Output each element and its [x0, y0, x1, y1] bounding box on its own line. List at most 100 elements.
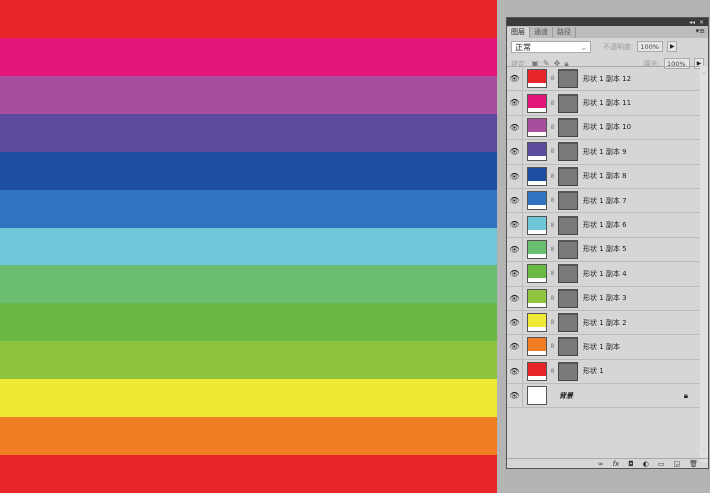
- link-chain-icon[interactable]: 8: [549, 270, 556, 277]
- layers-panel: ◂◂ ✕ 图层 通道 路径 ▾≡ 正常 ⌄ 不透明度: 100% ▶ 锁定: ▣ ✎…: [506, 17, 709, 469]
- layer-row[interactable]: 👁︎ 8 形状 1 副本 6: [507, 213, 700, 238]
- link-chain-icon[interactable]: 8: [549, 197, 556, 204]
- layer-row[interactable]: 👁︎ 8 形状 1 副本 2: [507, 310, 700, 336]
- link-chain-icon[interactable]: 8: [549, 100, 556, 107]
- color-stripe: [0, 417, 497, 456]
- link-chain-icon[interactable]: 8: [549, 148, 556, 155]
- link-chain-icon[interactable]: 8: [549, 246, 556, 253]
- layer-row[interactable]: 👁︎ 8 形状 1 副本 4: [507, 262, 700, 287]
- link-chain-icon[interactable]: 8: [549, 319, 556, 326]
- add-mask-icon[interactable]: ◘: [628, 460, 634, 468]
- panel-tabs: 图层 通道 路径 ▾≡: [507, 26, 708, 38]
- link-chain-icon[interactable]: 8: [549, 75, 556, 82]
- layer-thumbnail: [527, 361, 547, 381]
- layer-row[interactable]: 👁︎ 8 形状 1 副本 7: [507, 188, 700, 214]
- layer-name: 形状 1 副本 2: [583, 318, 627, 327]
- visibility-eye-icon[interactable]: 👁︎: [507, 188, 523, 213]
- vector-mask-thumbnail: [558, 264, 578, 284]
- color-stripe: [0, 265, 497, 304]
- delete-layer-icon[interactable]: 🗑︎: [689, 460, 698, 468]
- visibility-eye-icon[interactable]: 👁︎: [507, 286, 523, 310]
- collapse-icon[interactable]: ◂◂: [689, 19, 695, 26]
- link-chain-icon[interactable]: 8: [549, 173, 556, 180]
- visibility-eye-icon[interactable]: 👁︎: [507, 91, 523, 115]
- layer-thumbnail: [527, 215, 547, 235]
- link-chain-icon[interactable]: 8: [549, 343, 556, 350]
- vector-mask-thumbnail: [558, 288, 578, 308]
- visibility-eye-icon[interactable]: 👁︎: [507, 237, 523, 262]
- scrollbar[interactable]: ˄ ˅: [700, 66, 708, 462]
- visibility-eye-icon[interactable]: 👁︎: [507, 140, 523, 164]
- layer-row[interactable]: 👁︎ 8 形状 1 副本 5: [507, 237, 700, 263]
- link-chain-icon[interactable]: 8: [549, 295, 556, 302]
- layer-name: 形状 1 副本 6: [583, 221, 627, 230]
- document-canvas: [0, 0, 497, 493]
- opacity-label: 不透明度:: [603, 42, 634, 51]
- vector-mask-thumbnail: [558, 117, 578, 137]
- opacity-input[interactable]: 100%: [637, 41, 664, 52]
- visibility-eye-icon[interactable]: 👁︎: [507, 115, 523, 140]
- layer-row[interactable]: 👁︎ 8 形状 1 副本 11: [507, 91, 700, 116]
- layer-row[interactable]: 👁︎ 8 形状 1 副本 8: [507, 164, 700, 189]
- layer-name: 形状 1 副本 11: [583, 99, 632, 108]
- layer-thumbnail: [527, 142, 547, 162]
- fx-icon[interactable]: fx: [613, 460, 620, 468]
- panel-menu-icon[interactable]: ▾≡: [696, 27, 705, 35]
- color-stripe: [0, 455, 497, 493]
- color-stripe: [0, 75, 497, 114]
- new-group-icon[interactable]: ▭: [658, 460, 665, 468]
- panel-titlebar: ◂◂ ✕: [507, 18, 708, 26]
- layer-row[interactable]: 👁︎ 8 形状 1 副本 10: [507, 115, 700, 141]
- vector-mask-thumbnail: [558, 239, 578, 259]
- visibility-eye-icon[interactable]: 👁︎: [507, 310, 523, 335]
- tab-layers[interactable]: 图层: [507, 27, 530, 38]
- layer-name: 形状 1 副本 4: [583, 269, 627, 278]
- tab-channels[interactable]: 通道: [530, 27, 553, 38]
- layer-thumbnail: [527, 93, 547, 113]
- layer-thumbnail: [527, 166, 547, 186]
- layer-name: 形状 1: [583, 367, 604, 376]
- layer-thumbnail: [527, 337, 547, 357]
- layer-row[interactable]: 👁︎ 8 形状 1 副本: [507, 335, 700, 360]
- opacity-slider-button[interactable]: ▶: [667, 41, 678, 52]
- layer-thumbnail: [527, 191, 547, 211]
- blend-mode-value: 正常: [515, 42, 531, 52]
- layer-row[interactable]: 👁︎ 8 形状 1 副本 9: [507, 140, 700, 165]
- visibility-eye-icon[interactable]: 👁︎: [507, 359, 523, 384]
- visibility-eye-icon[interactable]: 👁︎: [507, 164, 523, 188]
- visibility-eye-icon[interactable]: 👁︎: [507, 384, 523, 408]
- color-stripe: [0, 0, 497, 38]
- link-layers-icon[interactable]: ∞: [598, 460, 604, 468]
- visibility-eye-icon[interactable]: 👁︎: [507, 67, 523, 91]
- link-chain-icon[interactable]: 8: [549, 368, 556, 375]
- layer-row[interactable]: 👁︎ 8 形状 1: [507, 359, 700, 385]
- adjustment-layer-icon[interactable]: ◐: [643, 460, 649, 468]
- visibility-eye-icon[interactable]: 👁︎: [507, 213, 523, 237]
- vector-mask-thumbnail: [558, 142, 578, 162]
- visibility-eye-icon[interactable]: 👁︎: [507, 262, 523, 286]
- layer-thumbnail: [527, 239, 547, 259]
- color-stripe: [0, 37, 497, 76]
- new-layer-icon[interactable]: ◲: [673, 460, 680, 468]
- close-icon[interactable]: ✕: [699, 19, 704, 26]
- layer-name: 形状 1 副本 5: [583, 245, 627, 254]
- layer-row-background[interactable]: 👁︎ 背景 🔒︎: [507, 384, 700, 409]
- layer-name: 形状 1 副本 10: [583, 123, 632, 132]
- vector-mask-thumbnail: [558, 166, 578, 186]
- link-chain-icon[interactable]: 8: [549, 124, 556, 131]
- vector-mask-thumbnail: [558, 93, 578, 113]
- layer-name: 形状 1 副本 9: [583, 147, 627, 156]
- layer-name: 形状 1 副本 8: [583, 172, 627, 181]
- tab-paths[interactable]: 路径: [553, 27, 576, 38]
- blend-mode-select[interactable]: 正常 ⌄: [511, 40, 591, 53]
- layer-row[interactable]: 👁︎ 8 形状 1 副本 3: [507, 286, 700, 311]
- link-chain-icon[interactable]: 8: [549, 222, 556, 229]
- visibility-eye-icon[interactable]: 👁︎: [507, 335, 523, 359]
- layers-list: 👁︎ 8 形状 1 副本 12 👁︎ 8 形状 1 副本 11 👁︎ 8 形状 1 …: [507, 66, 700, 462]
- color-stripe: [0, 189, 497, 228]
- layer-thumbnail: [527, 69, 547, 89]
- layer-name: 形状 1 副本 12: [583, 74, 632, 83]
- layer-row[interactable]: 👁︎ 8 形状 1 副本 12: [507, 67, 700, 92]
- panel-footer: ∞ fx ◘ ◐ ▭ ◲ 🗑︎: [507, 458, 708, 468]
- layer-name: 形状 1 副本: [583, 342, 620, 351]
